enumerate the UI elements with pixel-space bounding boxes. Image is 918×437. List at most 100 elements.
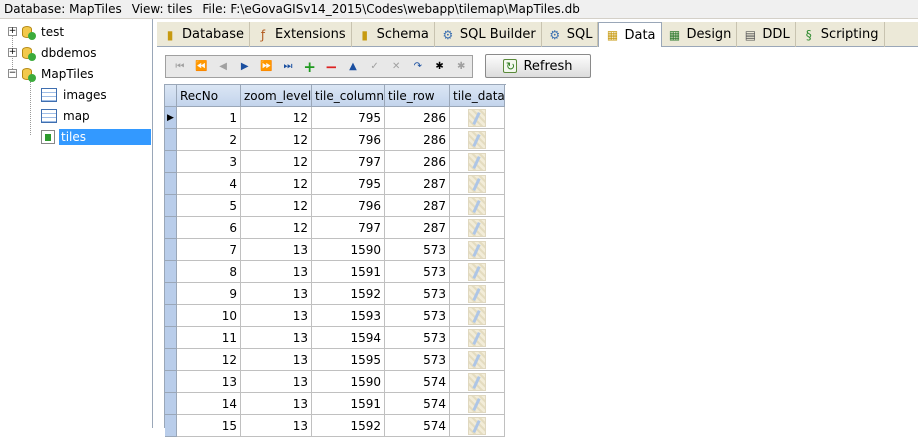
- cell-zoom-level[interactable]: 12: [241, 195, 312, 217]
- table-row[interactable]: 13 13 1590 574: [165, 371, 506, 393]
- refresh-data-icon[interactable]: ↷: [407, 57, 429, 76]
- next-record-icon[interactable]: ▶: [234, 57, 256, 76]
- cell-tile-data[interactable]: [450, 415, 505, 437]
- cell-zoom-level[interactable]: 13: [241, 327, 312, 349]
- tab-sql-builder[interactable]: ⚙ SQL Builder: [435, 22, 542, 47]
- table-row[interactable]: 4 12 795 287: [165, 173, 506, 195]
- tab-data[interactable]: ▦ Data: [598, 22, 662, 48]
- column-header-tile-column[interactable]: tile_column: [312, 85, 385, 107]
- row-indicator[interactable]: [165, 217, 177, 239]
- cell-tile-column[interactable]: 1592: [312, 415, 385, 437]
- table-row[interactable]: 8 13 1591 573: [165, 261, 506, 283]
- cell-tile-data[interactable]: [450, 151, 505, 173]
- cell-tile-row[interactable]: 573: [385, 283, 450, 305]
- cell-tile-column[interactable]: 1594: [312, 327, 385, 349]
- table-row[interactable]: ▶ 1 12 795 286: [165, 107, 506, 129]
- row-indicator[interactable]: [165, 173, 177, 195]
- cell-tile-data[interactable]: [450, 327, 505, 349]
- cell-recno[interactable]: 1: [177, 107, 241, 129]
- cell-zoom-level[interactable]: 13: [241, 239, 312, 261]
- cell-tile-data[interactable]: [450, 217, 505, 239]
- cell-recno[interactable]: 15: [177, 415, 241, 437]
- cell-tile-data[interactable]: [450, 283, 505, 305]
- cell-zoom-level[interactable]: 12: [241, 151, 312, 173]
- data-grid[interactable]: RecNo zoom_level tile_column tile_row ti…: [164, 84, 506, 437]
- cell-recno[interactable]: 14: [177, 393, 241, 415]
- table-row[interactable]: 11 13 1594 573: [165, 327, 506, 349]
- cell-tile-column[interactable]: 796: [312, 195, 385, 217]
- row-indicator[interactable]: [165, 371, 177, 393]
- row-indicator[interactable]: [165, 393, 177, 415]
- cell-tile-row[interactable]: 573: [385, 239, 450, 261]
- cell-recno[interactable]: 7: [177, 239, 241, 261]
- cell-tile-row[interactable]: 286: [385, 151, 450, 173]
- cell-tile-data[interactable]: [450, 261, 505, 283]
- first-record-icon[interactable]: ⏮: [169, 57, 191, 76]
- table-row[interactable]: 7 13 1590 573: [165, 239, 506, 261]
- table-row[interactable]: 9 13 1592 573: [165, 283, 506, 305]
- cell-tile-data[interactable]: [450, 349, 505, 371]
- cell-recno[interactable]: 5: [177, 195, 241, 217]
- cancel-updates-icon[interactable]: ✱: [450, 57, 472, 76]
- row-indicator[interactable]: [165, 261, 177, 283]
- row-indicator[interactable]: [165, 305, 177, 327]
- cell-tile-row[interactable]: 286: [385, 129, 450, 151]
- cell-recno[interactable]: 11: [177, 327, 241, 349]
- tree-item-dbdemos[interactable]: + dbdemos: [8, 42, 99, 63]
- cell-tile-column[interactable]: 795: [312, 173, 385, 195]
- tab-sql[interactable]: ⚙ SQL: [542, 22, 599, 47]
- cell-zoom-level[interactable]: 13: [241, 283, 312, 305]
- table-row[interactable]: 14 13 1591 574: [165, 393, 506, 415]
- cell-tile-column[interactable]: 1593: [312, 305, 385, 327]
- table-row[interactable]: 3 12 797 286: [165, 151, 506, 173]
- row-indicator[interactable]: [165, 415, 177, 437]
- cell-tile-data[interactable]: [450, 195, 505, 217]
- cell-tile-row[interactable]: 573: [385, 305, 450, 327]
- last-record-icon[interactable]: ⏭: [277, 57, 299, 76]
- cell-tile-column[interactable]: 1591: [312, 261, 385, 283]
- prior-page-icon[interactable]: ⏪: [191, 57, 213, 76]
- edit-record-icon[interactable]: ▲: [342, 57, 364, 76]
- row-indicator[interactable]: [165, 283, 177, 305]
- cell-zoom-level[interactable]: 13: [241, 349, 312, 371]
- refresh-button[interactable]: ↻ Refresh: [485, 54, 591, 78]
- cell-recno[interactable]: 9: [177, 283, 241, 305]
- tab-ddl[interactable]: ▤ DDL: [737, 22, 796, 47]
- cell-tile-row[interactable]: 573: [385, 327, 450, 349]
- table-row[interactable]: 5 12 796 287: [165, 195, 506, 217]
- tree-item-maptiles[interactable]: − MapTiles: [8, 63, 96, 84]
- row-indicator[interactable]: [165, 195, 177, 217]
- table-row[interactable]: 2 12 796 286: [165, 129, 506, 151]
- cell-recno[interactable]: 4: [177, 173, 241, 195]
- cell-tile-column[interactable]: 1590: [312, 371, 385, 393]
- cell-tile-row[interactable]: 574: [385, 371, 450, 393]
- cell-tile-row[interactable]: 286: [385, 107, 450, 129]
- tab-database[interactable]: ▮ Database: [157, 22, 251, 47]
- cell-tile-column[interactable]: 1590: [312, 239, 385, 261]
- cancel-edit-icon[interactable]: ✕: [385, 57, 407, 76]
- table-row[interactable]: 15 13 1592 574: [165, 415, 506, 437]
- row-indicator[interactable]: [165, 239, 177, 261]
- cell-tile-data[interactable]: [450, 305, 505, 327]
- cell-tile-row[interactable]: 574: [385, 393, 450, 415]
- cell-zoom-level[interactable]: 13: [241, 261, 312, 283]
- cell-zoom-level[interactable]: 12: [241, 107, 312, 129]
- cell-tile-row[interactable]: 573: [385, 261, 450, 283]
- cell-tile-data[interactable]: [450, 371, 505, 393]
- table-row[interactable]: 12 13 1595 573: [165, 349, 506, 371]
- cell-recno[interactable]: 6: [177, 217, 241, 239]
- cell-recno[interactable]: 13: [177, 371, 241, 393]
- column-header-tile-data[interactable]: tile_data: [450, 85, 505, 107]
- next-page-icon[interactable]: ⏩: [256, 57, 278, 76]
- cell-tile-data[interactable]: [450, 107, 505, 129]
- table-row[interactable]: 6 12 797 287: [165, 217, 506, 239]
- cell-zoom-level[interactable]: 13: [241, 415, 312, 437]
- cell-zoom-level[interactable]: 13: [241, 393, 312, 415]
- row-indicator[interactable]: [165, 129, 177, 151]
- apply-updates-icon[interactable]: ✱: [429, 57, 451, 76]
- column-header-tile-row[interactable]: tile_row: [385, 85, 450, 107]
- cell-tile-row[interactable]: 574: [385, 415, 450, 437]
- cell-tile-data[interactable]: [450, 129, 505, 151]
- row-indicator[interactable]: ▶: [165, 107, 177, 129]
- cell-tile-column[interactable]: 797: [312, 151, 385, 173]
